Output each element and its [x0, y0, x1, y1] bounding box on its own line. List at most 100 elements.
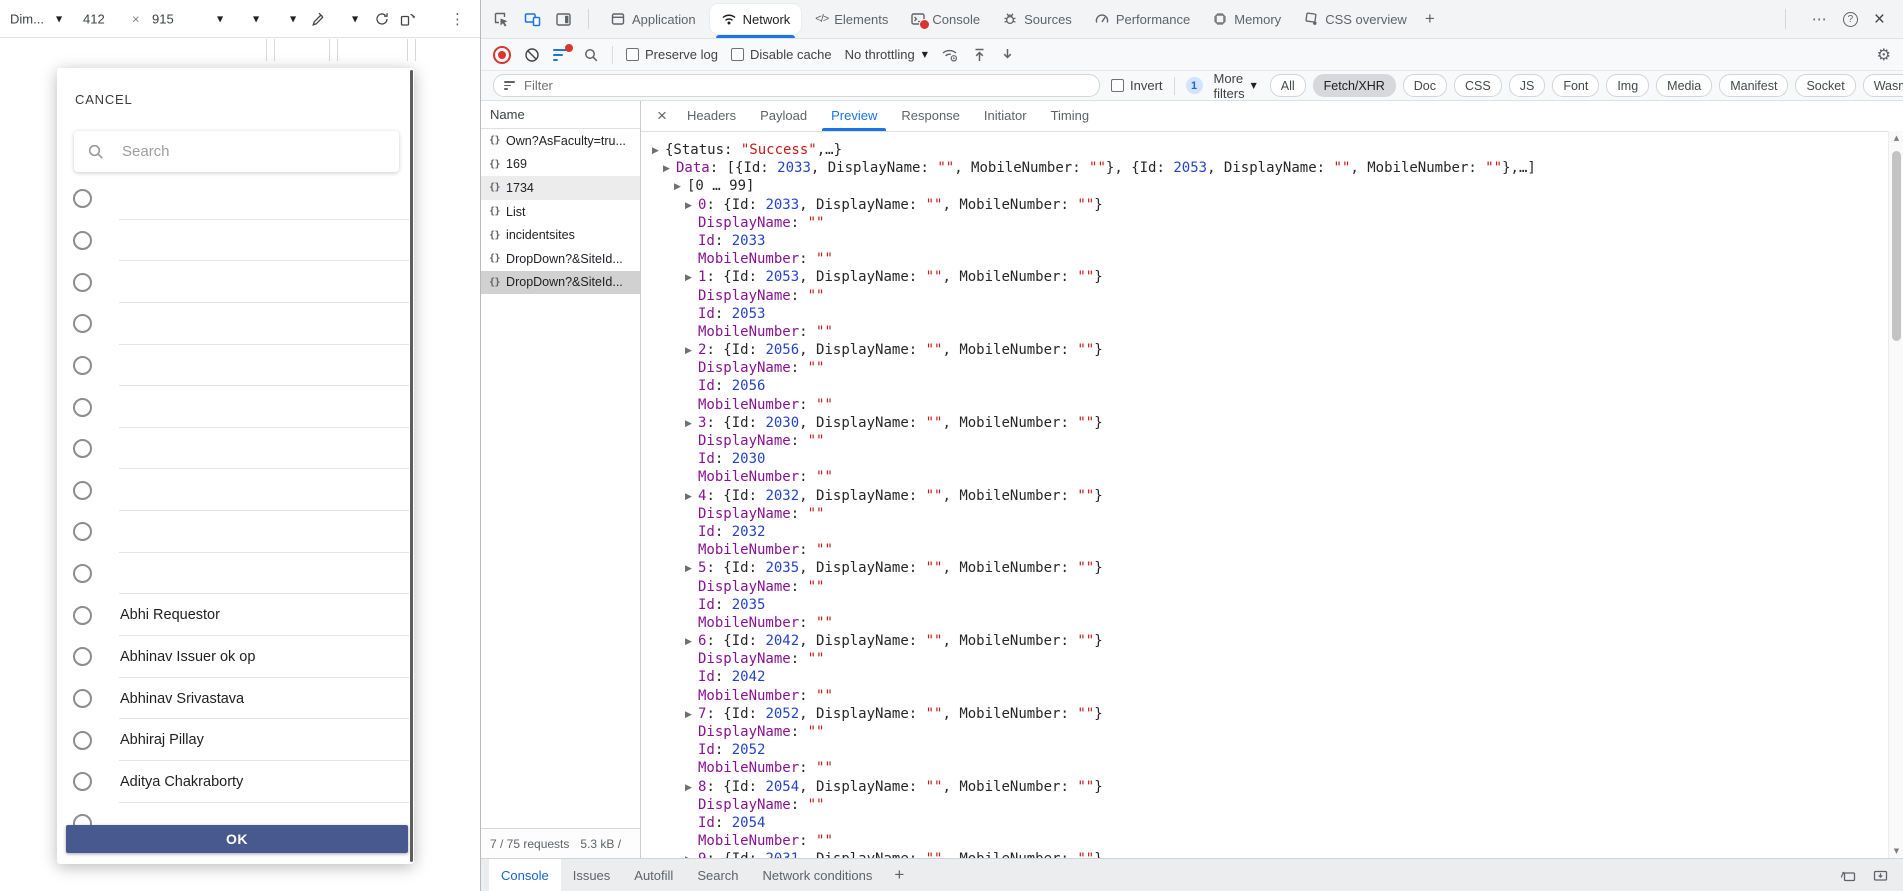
radio-button[interactable]	[73, 356, 92, 375]
radio-button[interactable]	[73, 231, 92, 250]
add-drawer-tab-icon[interactable]: +	[884, 865, 914, 885]
radio-button[interactable]	[73, 564, 92, 583]
drawer-tab-console[interactable]: Console	[489, 859, 561, 891]
list-item[interactable]	[57, 178, 410, 220]
checkbox-icon[interactable]	[1111, 79, 1124, 92]
expand-arrow-icon[interactable]: ▶	[685, 851, 698, 858]
dropdown-icon[interactable]: ▼	[352, 14, 358, 23]
tab-memory[interactable]: Memory	[1201, 0, 1292, 38]
search-input[interactable]	[120, 142, 364, 161]
help-icon[interactable]: ?	[1843, 12, 1858, 27]
radio-button[interactable]	[73, 189, 92, 208]
radio-button[interactable]	[73, 314, 92, 333]
viewport-height-field[interactable]: 915	[152, 11, 174, 26]
tab-preview[interactable]: Preview	[819, 101, 889, 131]
import-har-icon[interactable]	[972, 47, 987, 63]
dock-side-icon[interactable]	[555, 11, 572, 28]
list-item[interactable]: Abhi Requestor	[57, 594, 410, 636]
list-item[interactable]: Abhiraj Pillay	[57, 719, 410, 761]
list-item[interactable]: Aditya Chakraborty	[57, 761, 410, 803]
expand-arrow-icon[interactable]: ▶	[652, 142, 665, 159]
zoom-dropdown-icon[interactable]: ▼	[217, 14, 223, 23]
request-row[interactable]: {}DropDown?&SiteId...	[481, 271, 640, 295]
filter-chip-fetch-xhr[interactable]: Fetch/XHR	[1313, 74, 1396, 97]
network-settings-gear-icon[interactable]: ⚙	[1877, 47, 1891, 63]
expand-arrow-icon[interactable]: ▶	[685, 779, 698, 796]
filter-chip-wasm[interactable]: Wasm	[1863, 74, 1903, 97]
scroll-up-icon[interactable]: ▲	[1889, 134, 1903, 142]
tab-application[interactable]: Application	[599, 0, 707, 38]
tab-network[interactable]: Network	[710, 4, 802, 34]
dialog-scrollbar[interactable]	[410, 70, 413, 862]
device-dimensions-dropdown[interactable]: Dim...	[10, 11, 44, 26]
scroll-down-icon[interactable]: ▼	[1889, 847, 1903, 855]
drawer-tab-network-conditions[interactable]: Network conditions	[751, 859, 885, 891]
dock-drawer-icon[interactable]	[1872, 867, 1889, 884]
filter-icon[interactable]	[553, 48, 570, 62]
inspect-element-icon[interactable]	[493, 11, 510, 28]
expand-arrow-icon[interactable]: ▶	[685, 342, 698, 359]
request-row[interactable]: {}DropDown?&SiteId...	[481, 247, 640, 271]
throttling-dropdown[interactable]: No throttling ▼	[845, 47, 928, 62]
expand-arrow-icon[interactable]: ▶	[685, 488, 698, 505]
filter-chip-all[interactable]: All	[1270, 74, 1306, 97]
radio-button[interactable]	[73, 273, 92, 292]
close-devtools-icon[interactable]: ×	[1874, 10, 1885, 29]
drawer-tab-autofill[interactable]: Autofill	[622, 859, 685, 891]
clear-network-log-icon[interactable]	[524, 47, 540, 63]
chevron-down-icon[interactable]: ▼	[56, 14, 62, 23]
list-item[interactable]	[57, 511, 410, 553]
tab-timing[interactable]: Timing	[1039, 101, 1102, 131]
list-item[interactable]	[57, 303, 410, 345]
rotate-viewport-icon[interactable]	[374, 11, 390, 27]
network-conditions-icon[interactable]	[941, 47, 959, 63]
radio-button[interactable]	[73, 439, 92, 458]
expand-arrow-icon[interactable]: ▶	[685, 269, 698, 286]
radio-button[interactable]	[73, 606, 92, 625]
tab-performance[interactable]: Performance	[1083, 0, 1201, 38]
request-row[interactable]: {}1734	[481, 176, 640, 200]
list-item[interactable]	[57, 428, 410, 470]
ok-button[interactable]: OK	[66, 825, 408, 853]
list-item[interactable]	[57, 261, 410, 303]
more-options-kebab-icon[interactable]: ⋮	[450, 10, 465, 28]
request-row[interactable]: {}List	[481, 200, 640, 224]
checkbox-icon[interactable]	[731, 48, 744, 61]
expand-arrow-icon[interactable]: ▶	[685, 415, 698, 432]
filter-chip-js[interactable]: JS	[1509, 74, 1546, 97]
export-har-icon[interactable]	[1000, 47, 1015, 63]
expand-arrow-icon[interactable]: ▶	[685, 560, 698, 577]
request-row[interactable]: {}169	[481, 153, 640, 177]
throttle-dropdown-icon[interactable]: ▼	[253, 14, 259, 23]
expand-arrow-icon[interactable]: ▶	[685, 633, 698, 650]
list-item[interactable]: Abhinav Issuer ok op	[57, 636, 410, 678]
filter-chip-img[interactable]: Img	[1606, 74, 1649, 97]
filter-chip-css[interactable]: CSS	[1454, 74, 1502, 97]
request-list-header[interactable]: Name	[481, 101, 640, 129]
toggle-device-toolbar-icon[interactable]	[524, 11, 541, 28]
radio-button[interactable]	[73, 647, 92, 666]
radio-button[interactable]	[73, 398, 92, 417]
radio-button[interactable]	[73, 731, 92, 750]
record-network-log-icon[interactable]	[493, 46, 511, 64]
more-filters-dropdown[interactable]: More filters ▼	[1214, 71, 1257, 101]
expand-arrow-icon[interactable]: ▶	[685, 197, 698, 214]
close-detail-icon[interactable]: ×	[649, 101, 675, 131]
filter-chip-manifest[interactable]: Manifest	[1719, 74, 1788, 97]
scrollbar-thumb[interactable]	[1892, 151, 1901, 341]
filter-chip-font[interactable]: Font	[1552, 74, 1599, 97]
tab-css-overview[interactable]: CSS overview	[1292, 0, 1418, 38]
filter-input[interactable]	[522, 77, 1089, 94]
expand-arrow-icon[interactable]: ▶	[663, 160, 676, 177]
list-item[interactable]	[57, 345, 410, 387]
request-row[interactable]: {}incidentsites	[481, 223, 640, 247]
preview-scrollbar[interactable]: ▲ ▼	[1888, 131, 1903, 858]
radio-button[interactable]	[73, 481, 92, 500]
rotate-device-icon[interactable]	[399, 11, 417, 27]
filter-chip-socket[interactable]: Socket	[1795, 74, 1855, 97]
list-item[interactable]	[57, 469, 410, 511]
tab-initiator[interactable]: Initiator	[972, 101, 1039, 131]
eyedropper-icon[interactable]	[309, 11, 325, 27]
checkbox-icon[interactable]	[626, 48, 639, 61]
filter-chip-doc[interactable]: Doc	[1403, 74, 1447, 97]
